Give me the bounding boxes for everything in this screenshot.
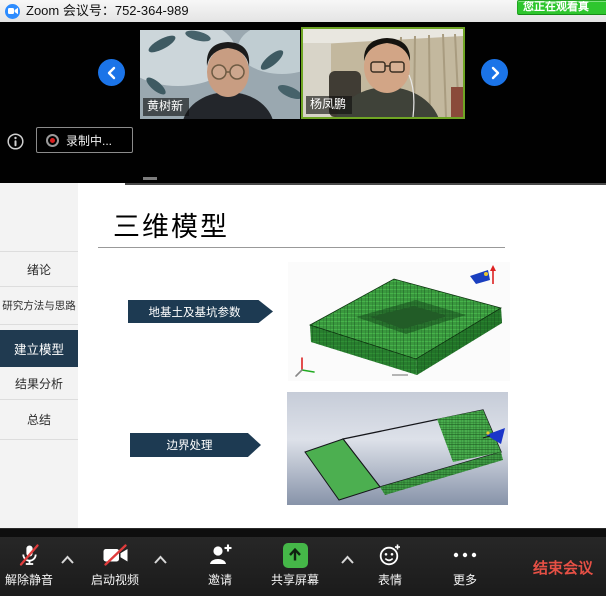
callout-soil-parameters: 地基土及基坑参数 (128, 300, 273, 323)
slide-main-area: 三维模型 地基土及基坑参数 边界处理 (78, 183, 606, 528)
unmute-label: 解除静音 (5, 571, 53, 588)
sidebar-spacer (0, 183, 78, 252)
chevron-left-icon (105, 66, 119, 80)
zoom-meeting-window: Zoom 会议号：752-364-989 您正在观看真 (0, 0, 606, 596)
fem-mesh-model-image (288, 262, 510, 381)
callout-boundary-treatment: 边界处理 (130, 433, 261, 457)
share-screen-button[interactable]: 共享屏幕 (267, 541, 323, 593)
end-meeting-button[interactable]: 结束会议 (533, 557, 593, 578)
video-strip: 黄树新 杨凤鹏 (0, 22, 606, 183)
sidebar-item-summary: 总结 (0, 400, 78, 440)
invite-label: 邀请 (208, 571, 232, 588)
more-label: 更多 (453, 571, 477, 588)
title-underline (98, 247, 505, 248)
audio-options-chevron[interactable] (58, 553, 76, 567)
more-button[interactable]: 更多 (438, 541, 492, 593)
start-video-button[interactable]: 启动视频 (86, 541, 144, 593)
participant-1-name: 黄树新 (143, 98, 189, 116)
invite-button[interactable]: 邀请 (192, 541, 248, 593)
toolbar-gap (0, 528, 606, 537)
record-icon (46, 134, 59, 147)
info-icon[interactable] (7, 133, 24, 150)
emoji-label: 表情 (378, 571, 402, 588)
sidebar-item-methods: 研究方法与思路 (0, 287, 78, 325)
emoji-smiley-icon (378, 541, 402, 569)
mic-muted-icon (17, 541, 41, 569)
recording-indicator[interactable]: 录制中... (36, 127, 133, 153)
watching-share-banner: 您正在观看真 (517, 0, 606, 15)
sidebar-item-results: 结果分析 (0, 367, 78, 400)
sidebar-item-modeling-active: 建立模型 (0, 330, 78, 367)
emoji-button[interactable]: 表情 (363, 541, 417, 593)
participant-video-2-active-speaker[interactable]: 杨凤鹏 (301, 27, 465, 119)
video-options-chevron[interactable] (151, 553, 169, 567)
recording-label: 录制中... (66, 132, 112, 149)
invite-person-plus-icon (208, 541, 233, 569)
participant-video-1[interactable]: 黄树新 (140, 30, 300, 119)
camera-off-icon (102, 541, 129, 569)
slide-outline-sidebar: 绪论 研究方法与思路 建立模型 结果分析 总结 (0, 183, 78, 528)
zoom-logo-icon (5, 4, 20, 19)
share-options-chevron[interactable] (338, 553, 356, 567)
prev-participants-button[interactable] (98, 59, 125, 86)
more-ellipsis-icon (452, 541, 478, 569)
shared-screen-content: 绪论 研究方法与思路 建立模型 结果分析 总结 三维模型 地基土及基坑参数 边界… (0, 183, 606, 528)
sidebar-item-intro: 绪论 (0, 252, 78, 287)
meeting-toolbar: 解除静音 启动视频 (0, 537, 606, 596)
chevron-right-icon (488, 66, 502, 80)
slide-title: 三维模型 (113, 205, 229, 244)
next-participants-button[interactable] (481, 59, 508, 86)
unmute-button[interactable]: 解除静音 (0, 541, 58, 593)
boundary-model-image (287, 392, 508, 505)
titlebar: Zoom 会议号：752-364-989 (0, 0, 606, 22)
start-video-label: 启动视频 (91, 571, 139, 588)
participant-2-name: 杨凤鹏 (306, 96, 352, 114)
share-screen-icon (283, 541, 308, 569)
meeting-title: Zoom 会议号：752-364-989 (26, 0, 189, 22)
slide-top-border (125, 183, 606, 185)
strip-dash-decoration (143, 177, 157, 180)
share-screen-label: 共享屏幕 (271, 571, 319, 588)
